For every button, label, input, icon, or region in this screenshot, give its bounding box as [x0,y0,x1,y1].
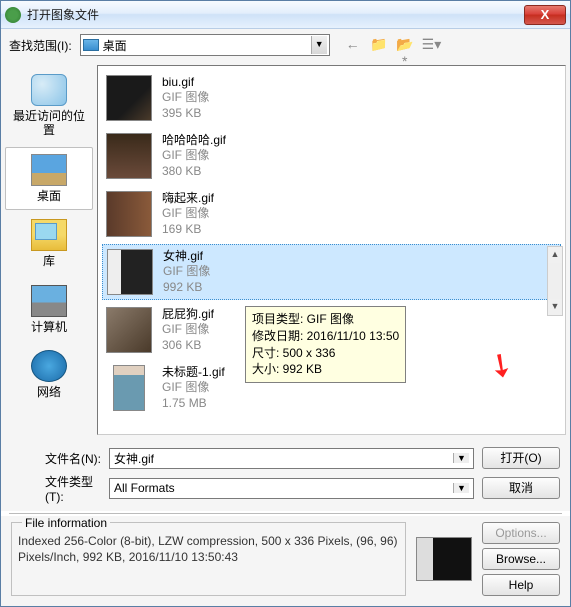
browse-button[interactable]: Browse... [482,548,560,570]
filetype-dropdown[interactable]: All Formats ▼ [109,478,474,499]
library-icon [31,219,67,251]
file-list-pane: biu.gifGIF 图像395 KB哈哈哈哈.gifGIF 图像380 KB嗨… [97,65,566,435]
file-name: 未标题-1.gif [162,365,225,381]
chevron-down-icon: ▼ [311,36,327,54]
scroll-up-icon[interactable]: ▲ [548,247,562,263]
file-size: 992 KB [163,280,210,296]
file-type: GIF 图像 [162,148,226,164]
sidebar-item-computer[interactable]: 计算机 [5,278,93,341]
file-size: 380 KB [162,164,226,180]
file-size: 1.75 MB [162,396,225,412]
file-information-legend: File information [22,516,110,530]
filename-label: 文件名(N): [11,450,101,467]
file-row[interactable]: 女神.gifGIF 图像992 KB [102,244,561,300]
chevron-down-icon[interactable]: ▼ [453,453,469,463]
lookin-value: 桌面 [103,37,311,54]
file-row[interactable]: biu.gifGIF 图像395 KB [102,70,561,126]
vertical-scrollbar[interactable]: ▲ ▼ [547,246,563,316]
divider [9,513,562,514]
network-icon [31,350,67,382]
desktop-icon [83,39,99,51]
file-name: biu.gif [162,75,209,91]
up-one-level-icon[interactable]: 📁 [370,36,388,54]
filename-input[interactable]: 女神.gif ▼ [109,448,474,469]
computer-icon [31,285,67,317]
file-size: 169 KB [162,222,214,238]
file-thumbnail [106,307,152,353]
close-button[interactable]: X [524,5,566,25]
titlebar: 打开图象文件 X [1,1,570,29]
open-image-dialog: 打开图象文件 X 查找范围(I): 桌面 ▼ ← 📁 📂* ☰▾ 最近访问的位置… [0,0,571,607]
preview-thumbnail [416,537,472,581]
file-information-text: Indexed 256-Color (8-bit), LZW compressi… [18,533,399,565]
new-folder-icon[interactable]: 📂* [396,36,414,54]
chevron-down-icon[interactable]: ▼ [453,483,469,493]
lookin-dropdown[interactable]: 桌面 ▼ [80,34,330,56]
file-thumbnail [107,249,153,295]
file-thumbnail [106,133,152,179]
scroll-down-icon[interactable]: ▼ [548,299,562,315]
file-name: 嗨起来.gif [162,191,214,207]
file-thumbnail [113,365,145,411]
file-information-group: File information Indexed 256-Color (8-bi… [11,522,406,596]
places-sidebar: 最近访问的位置 桌面 库 计算机 网络 [1,61,97,439]
file-type: GIF 图像 [162,206,214,222]
help-button[interactable]: Help [482,574,560,596]
file-name: 屁屁狗.gif [162,307,214,323]
toolbar: 查找范围(I): 桌面 ▼ ← 📁 📂* ☰▾ [1,29,570,61]
open-button[interactable]: 打开(O) [482,447,560,469]
views-menu-icon[interactable]: ☰▾ [422,36,440,54]
filetype-label: 文件类型(T): [11,473,101,504]
file-type: GIF 图像 [162,380,225,396]
sidebar-item-network[interactable]: 网络 [5,343,93,406]
back-icon[interactable]: ← [344,36,362,54]
app-icon [5,7,21,23]
file-row[interactable]: 嗨起来.gifGIF 图像169 KB [102,186,561,242]
file-thumbnail [106,191,152,237]
file-type: GIF 图像 [162,322,214,338]
sidebar-item-library[interactable]: 库 [5,212,93,275]
sidebar-item-recent[interactable]: 最近访问的位置 [5,67,93,145]
file-type: GIF 图像 [162,90,209,106]
file-size: 395 KB [162,106,209,122]
file-thumbnail [106,75,152,121]
file-row[interactable]: 哈哈哈哈.gifGIF 图像380 KB [102,128,561,184]
lookin-label: 查找范围(I): [9,37,72,54]
file-name: 女神.gif [163,249,210,265]
file-type: GIF 图像 [163,264,210,280]
recent-places-icon [31,74,67,106]
file-tooltip: 项目类型: GIF 图像 修改日期: 2016/11/10 13:50 尺寸: … [245,306,406,383]
window-title: 打开图象文件 [27,6,524,23]
options-button[interactable]: Options... [482,522,560,544]
desktop-icon [31,154,67,186]
file-name: 哈哈哈哈.gif [162,133,226,149]
file-size: 306 KB [162,338,214,354]
cancel-button[interactable]: 取消 [482,477,560,499]
sidebar-item-desktop[interactable]: 桌面 [5,147,93,210]
